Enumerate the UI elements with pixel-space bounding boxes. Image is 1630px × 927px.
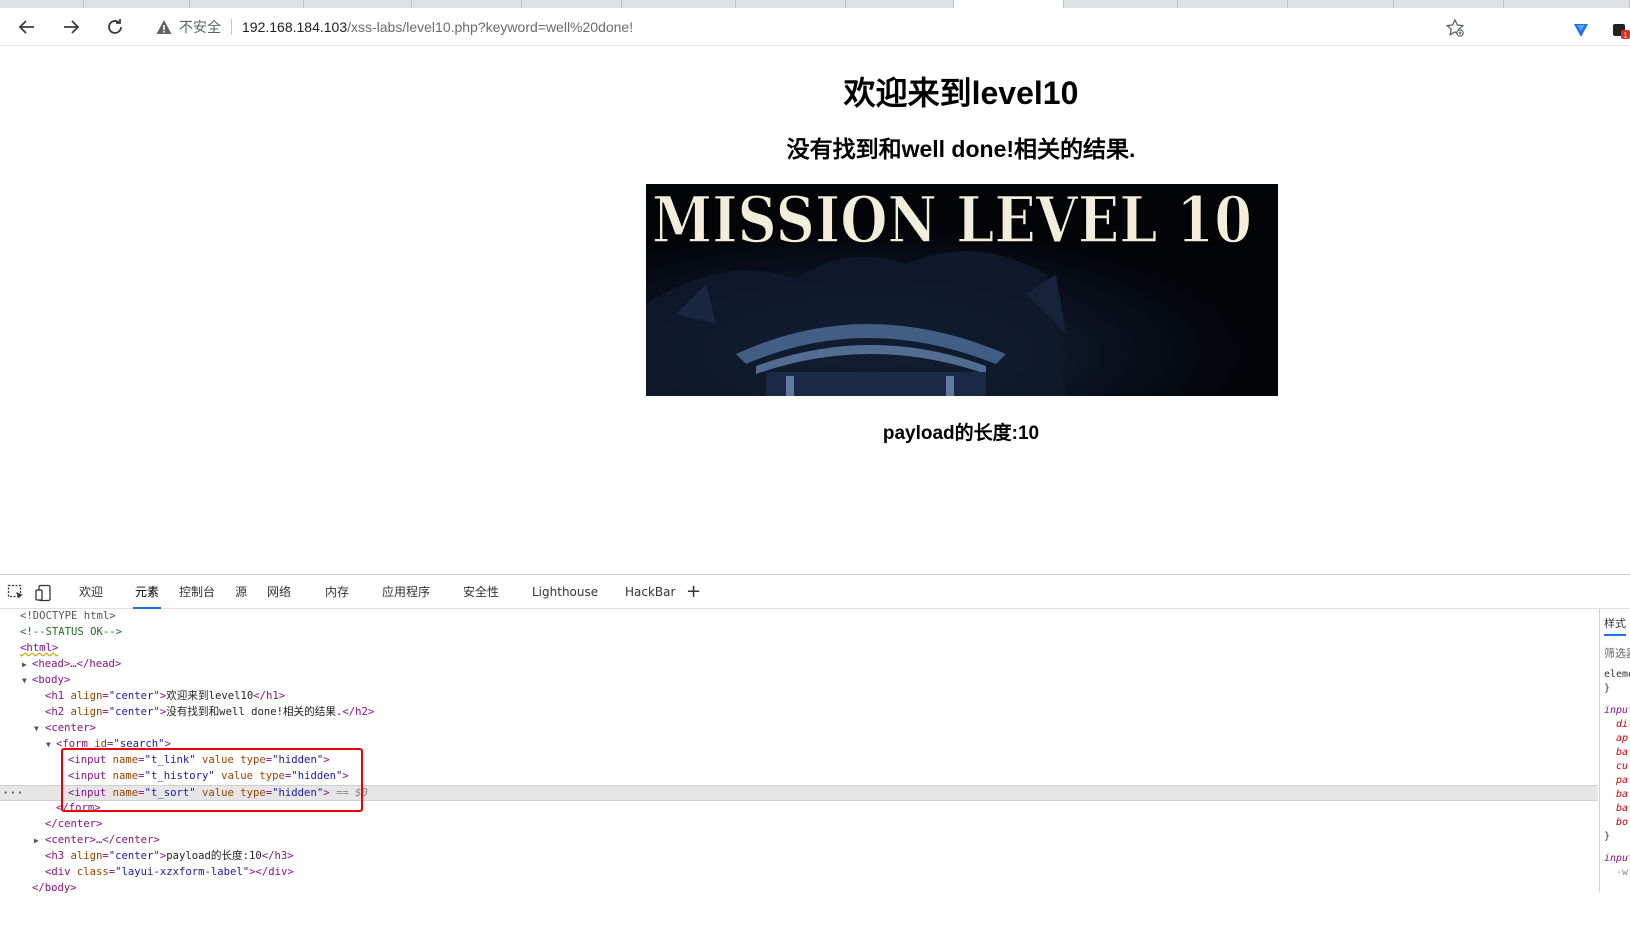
forward-button[interactable] — [57, 13, 85, 41]
highlight-box — [61, 748, 363, 812]
add-panel-icon[interactable]: + — [686, 581, 701, 602]
browser-tab[interactable] — [736, 0, 846, 8]
browser-tab[interactable] — [1178, 0, 1288, 8]
dom-node[interactable]: <!DOCTYPE html> — [0, 609, 1598, 625]
devtools-tab-memory[interactable]: 内存 — [325, 575, 349, 609]
style-rule-line: ba — [1616, 789, 1629, 800]
browser-tab[interactable] — [190, 0, 304, 8]
browser-tab[interactable] — [1288, 0, 1394, 8]
more-actions-icon[interactable]: ··· — [2, 786, 24, 802]
browser-toolbar: 不安全 192.168.184.103/xss-labs/level10.php… — [0, 8, 1630, 46]
style-rule-line: cu — [1616, 761, 1629, 772]
devtools-tab-bar: 欢迎 元素 控制台 源 网络 内存 应用程序 安全性 Lighthouse Ha… — [0, 575, 1630, 609]
dom-node[interactable]: <h2 align="center">没有找到和well done!相关的结果.… — [0, 705, 1598, 721]
style-rule-line: di — [1616, 719, 1629, 730]
style-rule-line: -w — [1616, 867, 1629, 878]
style-rule-line: input — [1604, 705, 1630, 716]
browser-tab[interactable] — [84, 0, 190, 8]
style-rule-line: } — [1604, 683, 1611, 694]
styles-tab[interactable]: 样式 — [1604, 615, 1626, 636]
dom-node[interactable]: ▶ <head>…</head> — [0, 657, 1598, 673]
address-bar[interactable]: 不安全 192.168.184.103/xss-labs/level10.php… — [143, 12, 1543, 42]
banner-title-text: MISSION LEVEL 10 — [652, 186, 1252, 252]
dom-node[interactable]: ▼ <center> — [0, 721, 1598, 737]
mission-banner-image: MISSION LEVEL 10 — [646, 184, 1278, 396]
style-rule-line: ba — [1616, 803, 1629, 814]
warning-icon — [156, 20, 172, 34]
style-rule-line: bo — [1616, 817, 1629, 828]
url-host: 192.168.184.103 — [242, 19, 348, 35]
style-rule-line: ba — [1616, 747, 1629, 758]
dom-node[interactable]: <h3 align="center">payload的长度:10</h3> — [0, 849, 1598, 865]
extension-icon[interactable] — [1573, 22, 1589, 38]
styles-pane: 样式 筛选器 eleme } input di ap ba cu pa ba b… — [1599, 609, 1630, 892]
browser-tab[interactable] — [0, 0, 84, 8]
expand-triangle-icon[interactable]: ▶ — [22, 657, 32, 673]
style-rule-line: input — [1604, 853, 1630, 864]
url-text[interactable]: 192.168.184.103/xss-labs/level10.php?key… — [242, 19, 633, 35]
browser-tab[interactable] — [1394, 0, 1504, 8]
browser-tab[interactable] — [1504, 0, 1630, 8]
extension-badge-icon[interactable]: 1 — [1612, 22, 1630, 40]
devtools-panel: 欢迎 元素 控制台 源 网络 内存 应用程序 安全性 Lighthouse Ha… — [0, 574, 1630, 894]
style-rule-line: pa — [1616, 775, 1629, 786]
inspect-element-icon[interactable] — [7, 584, 25, 602]
bookmark-star-icon[interactable] — [1445, 18, 1465, 38]
browser-tab[interactable] — [522, 0, 622, 8]
dom-node[interactable]: <html> — [0, 641, 1598, 657]
devtools-tab-elements[interactable]: 元素 — [132, 575, 162, 609]
banner-title: MISSION LEVEL 10 — [651, 184, 1272, 259]
browser-tab[interactable] — [304, 0, 412, 8]
devtools-tab-console[interactable]: 控制台 — [179, 575, 215, 609]
style-rule-line: } — [1604, 831, 1611, 842]
devtools-tab-network[interactable]: 网络 — [267, 575, 291, 609]
collapse-triangle-icon[interactable]: ▼ — [46, 737, 56, 753]
omnibox-divider — [231, 19, 232, 35]
devtools-tab-security[interactable]: 安全性 — [463, 575, 499, 609]
devtools-tab-sources[interactable]: 源 — [235, 575, 247, 609]
browser-tab[interactable] — [622, 0, 736, 8]
svg-text:1: 1 — [1623, 32, 1627, 40]
style-rule-line: eleme — [1604, 669, 1630, 680]
expand-triangle-icon[interactable]: ▶ — [34, 833, 44, 849]
dom-node[interactable]: </body> — [0, 881, 1598, 897]
reload-button[interactable] — [101, 13, 129, 41]
collapse-triangle-icon[interactable]: ▼ — [22, 673, 32, 689]
browser-tab-active[interactable] — [954, 0, 1064, 8]
dom-node[interactable]: <!--STATUS OK--> — [0, 625, 1598, 641]
security-label[interactable]: 不安全 — [179, 17, 221, 37]
back-button[interactable] — [13, 13, 41, 41]
devtools-tab-application[interactable]: 应用程序 — [382, 575, 430, 609]
devtools-tab-welcome[interactable]: 欢迎 — [79, 575, 103, 609]
tab-strip — [0, 0, 1630, 8]
arrow-left-icon — [18, 20, 34, 34]
device-toolbar-icon[interactable] — [35, 584, 53, 602]
devtools-tab-hackbar[interactable]: HackBar — [625, 575, 675, 609]
browser-tab[interactable] — [846, 0, 954, 8]
dom-node[interactable]: <div class="layui-xzxform-label"></div> — [0, 865, 1598, 881]
reload-icon — [108, 19, 122, 34]
arrow-right-icon — [64, 20, 80, 34]
collapse-triangle-icon[interactable]: ▼ — [34, 721, 44, 737]
devtools-tab-lighthouse[interactable]: Lighthouse — [532, 575, 598, 609]
page-subheading: 没有找到和well done!相关的结果. — [786, 136, 1136, 162]
page-heading: 欢迎来到level10 — [843, 75, 1079, 111]
dom-node[interactable]: ▶ <center>…</center> — [0, 833, 1598, 849]
payload-length-heading: payload的长度:10 — [882, 423, 1040, 444]
page-content: 欢迎来到level10 没有找到和well done!相关的结果. MISSIO… — [0, 46, 1630, 574]
style-rule-line: ap — [1616, 733, 1629, 744]
dom-node[interactable]: </center> — [0, 817, 1598, 833]
dom-node[interactable]: <h1 align="center">欢迎来到level10</h1> — [0, 689, 1598, 705]
browser-tab[interactable] — [1064, 0, 1178, 8]
dom-node[interactable]: ▼ <body> — [0, 673, 1598, 689]
styles-filter-input[interactable]: 筛选器 — [1604, 645, 1630, 661]
url-path: /xss-labs/level10.php?keyword=well%20don… — [347, 19, 634, 35]
browser-tab[interactable] — [412, 0, 522, 8]
